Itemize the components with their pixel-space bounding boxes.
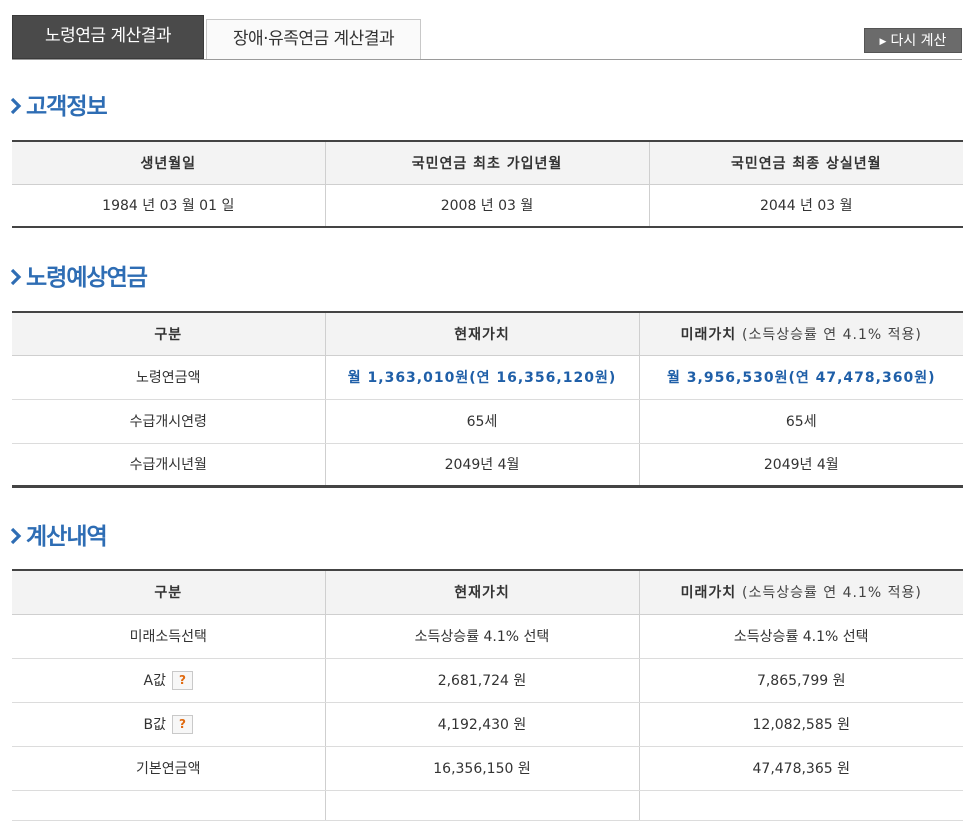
header-current-value: 현재가치: [324, 570, 640, 615]
future-value-label: 미래가치: [680, 326, 737, 343]
pension-amount-current: 월 1,363,010원(연 16,356,120원): [324, 355, 640, 400]
future-value-note: (소득상승률 연 4.1% 적용): [742, 326, 922, 343]
start-date-future: 2049년 4월: [638, 443, 963, 487]
first-enroll-value: 2008 년 03 월: [324, 184, 650, 228]
row-label: 노령연금액: [12, 355, 326, 400]
birth-date-value: 1984 년 03 월 01 일: [12, 184, 326, 228]
chevron-right-icon: [10, 97, 22, 115]
income-choice-current: 소득상승률 4.1% 선택: [324, 614, 640, 659]
triangle-right-icon: ▶: [879, 37, 887, 47]
table-header-row: 생년월일 국민연금 최초 가입년월 국민연금 최종 상실년월: [12, 141, 963, 185]
row-label-b-value: B값?: [12, 702, 326, 747]
b-value-current: 4,192,430 원: [324, 702, 640, 747]
table-row: 수급개시년월 2049년 4월 2049년 4월: [12, 443, 963, 487]
a-value-future: 7,865,799 원: [638, 658, 963, 703]
recalculate-label: 다시 계산: [890, 33, 947, 49]
old-age-pension-table: 구분 현재가치 미래가치 (소득상승률 연 4.1% 적용) 노령연금액 월 1…: [12, 311, 963, 488]
income-choice-future: 소득상승률 4.1% 선택: [638, 614, 963, 659]
header-first-enroll: 국민연금 최초 가입년월: [324, 141, 650, 185]
old-age-pension-title: 노령예상연금: [26, 265, 148, 291]
tab-old-age-result[interactable]: 노령연금 계산결과: [12, 15, 204, 59]
a-value-current: 2,681,724 원: [324, 658, 640, 703]
table-header-row: 구분 현재가치 미래가치 (소득상승률 연 4.1% 적용): [12, 570, 963, 615]
row-label: 수급개시연령: [12, 399, 326, 444]
old-age-pension-heading: 노령예상연금: [10, 263, 148, 293]
future-value-label: 미래가치: [680, 585, 737, 602]
header-category: 구분: [12, 312, 326, 356]
future-value-note: (소득상승률 연 4.1% 적용): [742, 585, 922, 602]
recalculate-button[interactable]: ▶ 다시 계산: [864, 28, 962, 53]
start-age-future: 65세: [638, 399, 963, 444]
row-partial: [324, 790, 640, 821]
a-value-label: A값: [143, 672, 166, 689]
table-row: B값? 4,192,430 원 12,082,585 원: [12, 702, 963, 747]
row-label-a-value: A값?: [12, 658, 326, 703]
calculation-details-heading: 계산내역: [10, 522, 108, 552]
customer-info-table: 생년월일 국민연금 최초 가입년월 국민연금 최종 상실년월 1984 년 03…: [12, 140, 963, 228]
help-icon[interactable]: ?: [171, 671, 193, 691]
table-row: A값? 2,681,724 원 7,865,799 원: [12, 658, 963, 703]
row-label: 미래소득선택: [12, 614, 326, 659]
chevron-right-icon: [10, 527, 22, 545]
start-date-current: 2049년 4월: [324, 443, 640, 487]
header-birth-date: 생년월일: [12, 141, 326, 185]
header-last-loss: 국민연금 최종 상실년월: [648, 141, 963, 185]
b-value-label: B값: [143, 716, 167, 733]
header-future-value: 미래가치 (소득상승률 연 4.1% 적용): [638, 312, 963, 356]
start-age-current: 65세: [324, 399, 640, 444]
help-icon[interactable]: ?: [172, 715, 193, 735]
calculation-details-table: 구분 현재가치 미래가치 (소득상승률 연 4.1% 적용) 미래소득선택 소득…: [12, 569, 963, 821]
base-pension-future: 47,478,365 원: [638, 746, 963, 791]
result-tabs: 노령연금 계산결과 장애·유족연금 계산결과: [12, 15, 962, 60]
base-pension-current: 16,356,150 원: [324, 746, 640, 791]
header-category: 구분: [12, 570, 326, 615]
row-label: 기본연금액: [12, 746, 326, 791]
table-row: 노령연금액 월 1,363,010원(연 16,356,120원) 월 3,95…: [12, 355, 963, 400]
tab-disability-survivor-result[interactable]: 장애·유족연금 계산결과: [206, 19, 421, 59]
table-row: [12, 790, 963, 821]
row-partial: [12, 790, 326, 821]
row-partial: [638, 790, 963, 821]
header-future-value: 미래가치 (소득상승률 연 4.1% 적용): [638, 570, 963, 615]
customer-info-heading: 고객정보: [10, 92, 108, 122]
table-header-row: 구분 현재가치 미래가치 (소득상승률 연 4.1% 적용): [12, 312, 963, 356]
calculation-details-title: 계산내역: [26, 524, 108, 550]
customer-info-title: 고객정보: [26, 94, 108, 120]
table-row: 1984 년 03 월 01 일 2008 년 03 월 2044 년 03 월: [12, 184, 963, 228]
chevron-right-icon: [10, 268, 22, 286]
table-row: 기본연금액 16,356,150 원 47,478,365 원: [12, 746, 963, 791]
b-value-future: 12,082,585 원: [638, 702, 963, 747]
pension-amount-future: 월 3,956,530원(연 47,478,360원): [638, 355, 963, 400]
row-label: 수급개시년월: [12, 443, 326, 487]
header-current-value: 현재가치: [324, 312, 640, 356]
table-row: 미래소득선택 소득상승률 4.1% 선택 소득상승률 4.1% 선택: [12, 614, 963, 659]
table-row: 수급개시연령 65세 65세: [12, 399, 963, 444]
last-loss-value: 2044 년 03 월: [648, 184, 963, 228]
page: 노령연금 계산결과 장애·유족연금 계산결과 ▶ 다시 계산 고객정보 생년월일 …: [0, 0, 972, 821]
